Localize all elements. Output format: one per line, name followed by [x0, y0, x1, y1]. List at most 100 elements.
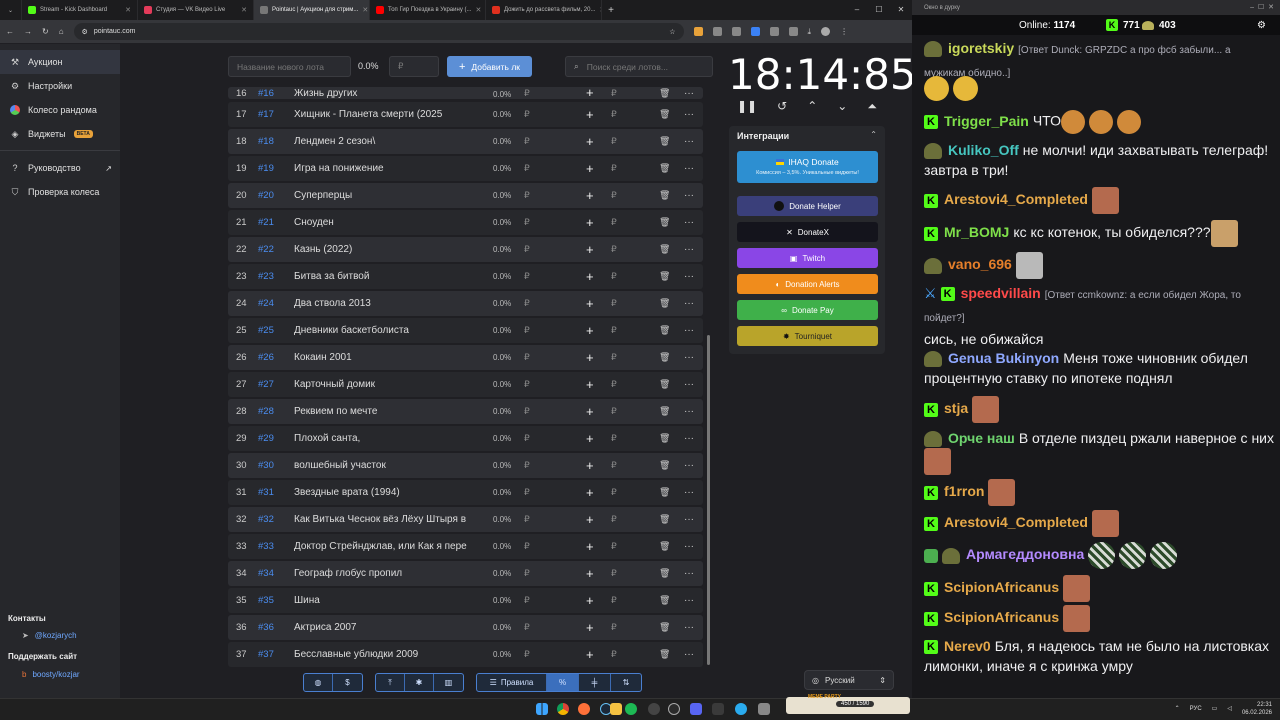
tab-vk-studio[interactable]: Студия — VK Видео Live ✕ — [138, 0, 254, 20]
minimize-icon[interactable]: – — [1250, 4, 1254, 11]
close-tab-icon[interactable]: ✕ — [241, 6, 247, 14]
spotify-icon[interactable] — [625, 703, 637, 715]
lot-input-currency[interactable]: ₽ — [611, 136, 617, 147]
network-icon[interactable]: ▭ — [1212, 705, 1218, 713]
app-icon[interactable] — [690, 703, 702, 715]
extension-icon[interactable] — [750, 27, 760, 36]
delete-lot-icon[interactable]: 🗑 — [659, 244, 670, 255]
extensions-puzzle-icon[interactable] — [769, 27, 779, 36]
more-options-icon[interactable]: ··· — [684, 514, 694, 525]
percent-toggle-button[interactable]: % — [547, 674, 579, 691]
sidebar-item-settings[interactable]: ⚙ Настройки — [0, 74, 120, 98]
lot-row[interactable]: 21 #21 Сноуден 0.0% ₽ + ₽ 🗑 ··· — [228, 210, 703, 235]
delete-lot-icon[interactable]: 🗑 — [659, 136, 670, 147]
donate-helper-button[interactable]: Donate Helper — [737, 196, 878, 216]
chat-username[interactable]: ScipionAfricanus — [944, 609, 1059, 625]
lot-id-link[interactable]: #27 — [258, 379, 274, 390]
extension-icon[interactable] — [731, 27, 741, 36]
lot-row[interactable]: 34 #34 Географ глобус пропил 0.0% ₽ + ₽ 🗑 ··· — [228, 561, 703, 586]
lot-row[interactable]: 22 #22 Казнь (2022) 0.0% ₽ + ₽ 🗑 ··· — [228, 237, 703, 262]
add-amount-icon[interactable]: + — [586, 459, 594, 472]
more-options-icon[interactable]: ··· — [684, 244, 694, 255]
lot-title[interactable]: Доктор Стрейнджлав, или Как я пере — [294, 541, 476, 552]
lot-title[interactable]: Кокаин 2001 — [294, 352, 476, 363]
more-options-icon[interactable]: ··· — [684, 190, 694, 201]
lot-id-link[interactable]: #28 — [258, 406, 274, 417]
add-amount-icon[interactable]: + — [586, 594, 594, 607]
lot-title[interactable]: Сноуден — [294, 217, 476, 228]
chat-username[interactable]: Trigger_Pain — [944, 113, 1029, 129]
add-amount-icon[interactable]: + — [586, 297, 594, 310]
more-options-icon[interactable]: ··· — [684, 379, 694, 390]
sidebar-item-wheel[interactable]: Колесо рандома — [0, 98, 120, 122]
lot-title[interactable]: Хищник - Планета смерти (2025 — [294, 109, 476, 120]
donation-alerts-button[interactable]: ◐ Donation Alerts — [737, 274, 878, 294]
more-options-icon[interactable]: ··· — [684, 88, 694, 99]
url-field[interactable]: ⚙ pointauc.com ☆ — [73, 23, 684, 40]
lot-id-link[interactable]: #34 — [258, 568, 274, 579]
lot-id-link[interactable]: #21 — [258, 217, 274, 228]
chat-username[interactable]: f1rron — [944, 483, 984, 499]
add-amount-icon[interactable]: + — [586, 324, 594, 337]
extension-icon[interactable] — [693, 27, 703, 36]
add-amount-icon[interactable]: + — [586, 540, 594, 553]
lot-row[interactable]: 26 #26 Кокаин 2001 0.0% ₽ + ₽ 🗑 ··· — [228, 345, 703, 370]
lot-row[interactable]: 30 #30 волшебный участок 0.0% ₽ + ₽ 🗑 ··· — [228, 453, 703, 478]
site-info-icon[interactable]: ⚙ — [82, 28, 88, 36]
add-amount-icon[interactable]: + — [586, 189, 594, 202]
chat-username[interactable]: Орче наш — [948, 430, 1015, 446]
lot-title[interactable]: Карточный домик — [294, 379, 476, 390]
add-amount-icon[interactable]: + — [586, 87, 594, 99]
chat-username[interactable]: Nerev0 — [944, 638, 991, 654]
lot-id-link[interactable]: #33 — [258, 541, 274, 552]
lot-title[interactable]: Актриса 2007 — [294, 622, 476, 633]
lot-input-currency[interactable]: ₽ — [611, 541, 617, 552]
tourniquet-button[interactable]: ✸ Tourniquet — [737, 326, 878, 346]
lot-input-currency[interactable]: ₽ — [611, 271, 617, 282]
lot-row[interactable]: 28 #28 Реквием по мечте 0.0% ₽ + ₽ 🗑 ··· — [228, 399, 703, 424]
browser-menu-icon[interactable]: ⋮ — [840, 27, 848, 36]
delete-lot-icon[interactable]: 🗑 — [659, 649, 670, 660]
lot-input-currency[interactable]: ₽ — [611, 568, 617, 579]
add-amount-icon[interactable]: + — [586, 567, 594, 580]
lot-id-link[interactable]: #30 — [258, 460, 274, 471]
start-windows-icon[interactable] — [536, 703, 548, 715]
lot-input-currency[interactable]: ₽ — [611, 595, 617, 606]
lot-title[interactable]: Реквием по мечте — [294, 406, 476, 417]
lot-input-currency[interactable]: ₽ — [611, 109, 617, 120]
more-options-icon[interactable]: ··· — [684, 163, 694, 174]
lot-title[interactable]: Плохой санта, — [294, 433, 476, 444]
add-amount-icon[interactable]: + — [586, 513, 594, 526]
lot-id-link[interactable]: #25 — [258, 325, 274, 336]
lot-title[interactable]: Битва за битвой — [294, 271, 476, 282]
delete-lot-icon[interactable]: 🗑 — [659, 217, 670, 228]
lot-input-currency[interactable]: ₽ — [611, 190, 617, 201]
delete-lot-icon[interactable]: 🗑 — [659, 433, 670, 444]
more-options-icon[interactable]: ··· — [684, 109, 694, 120]
app-icon[interactable] — [648, 703, 660, 715]
meme-party-widget[interactable]: MEME PARTY 450 / 1590 — [786, 694, 910, 714]
lot-input-currency[interactable]: ₽ — [611, 433, 617, 444]
lot-input-currency[interactable]: ₽ — [611, 352, 617, 363]
increase-time-icon[interactable]: ⌃ — [807, 99, 817, 114]
add-amount-icon[interactable]: + — [586, 405, 594, 418]
lot-input-currency[interactable]: ₽ — [611, 487, 617, 498]
more-options-icon[interactable]: ··· — [684, 136, 694, 147]
new-lot-input[interactable]: Название нового лота — [228, 56, 351, 77]
compact-view-button[interactable]: ╪ — [579, 674, 611, 691]
delete-lot-icon[interactable]: 🗑 — [659, 568, 670, 579]
rules-button[interactable]: ☰ Правила — [477, 674, 547, 691]
lot-input-currency[interactable]: ₽ — [611, 514, 617, 525]
obs-icon[interactable] — [668, 703, 680, 715]
lot-id-link[interactable]: #18 — [258, 136, 274, 147]
lot-id-link[interactable]: #23 — [258, 271, 274, 282]
donatex-button[interactable]: ✕ DonateX — [737, 222, 878, 242]
lot-input-currency[interactable]: ₽ — [611, 325, 617, 336]
lot-id-link[interactable]: #20 — [258, 190, 274, 201]
lot-search-input[interactable]: ⌕ Поиск среди лотов... — [565, 56, 713, 77]
chat-username[interactable]: Армагеддоновна — [966, 546, 1084, 562]
delete-lot-icon[interactable]: 🗑 — [659, 541, 670, 552]
tab-film[interactable]: Дожить до рассвета фильм, 20...✕ — [486, 0, 602, 20]
more-options-icon[interactable]: ··· — [684, 433, 694, 444]
lot-id-link[interactable]: #16 — [258, 88, 274, 99]
